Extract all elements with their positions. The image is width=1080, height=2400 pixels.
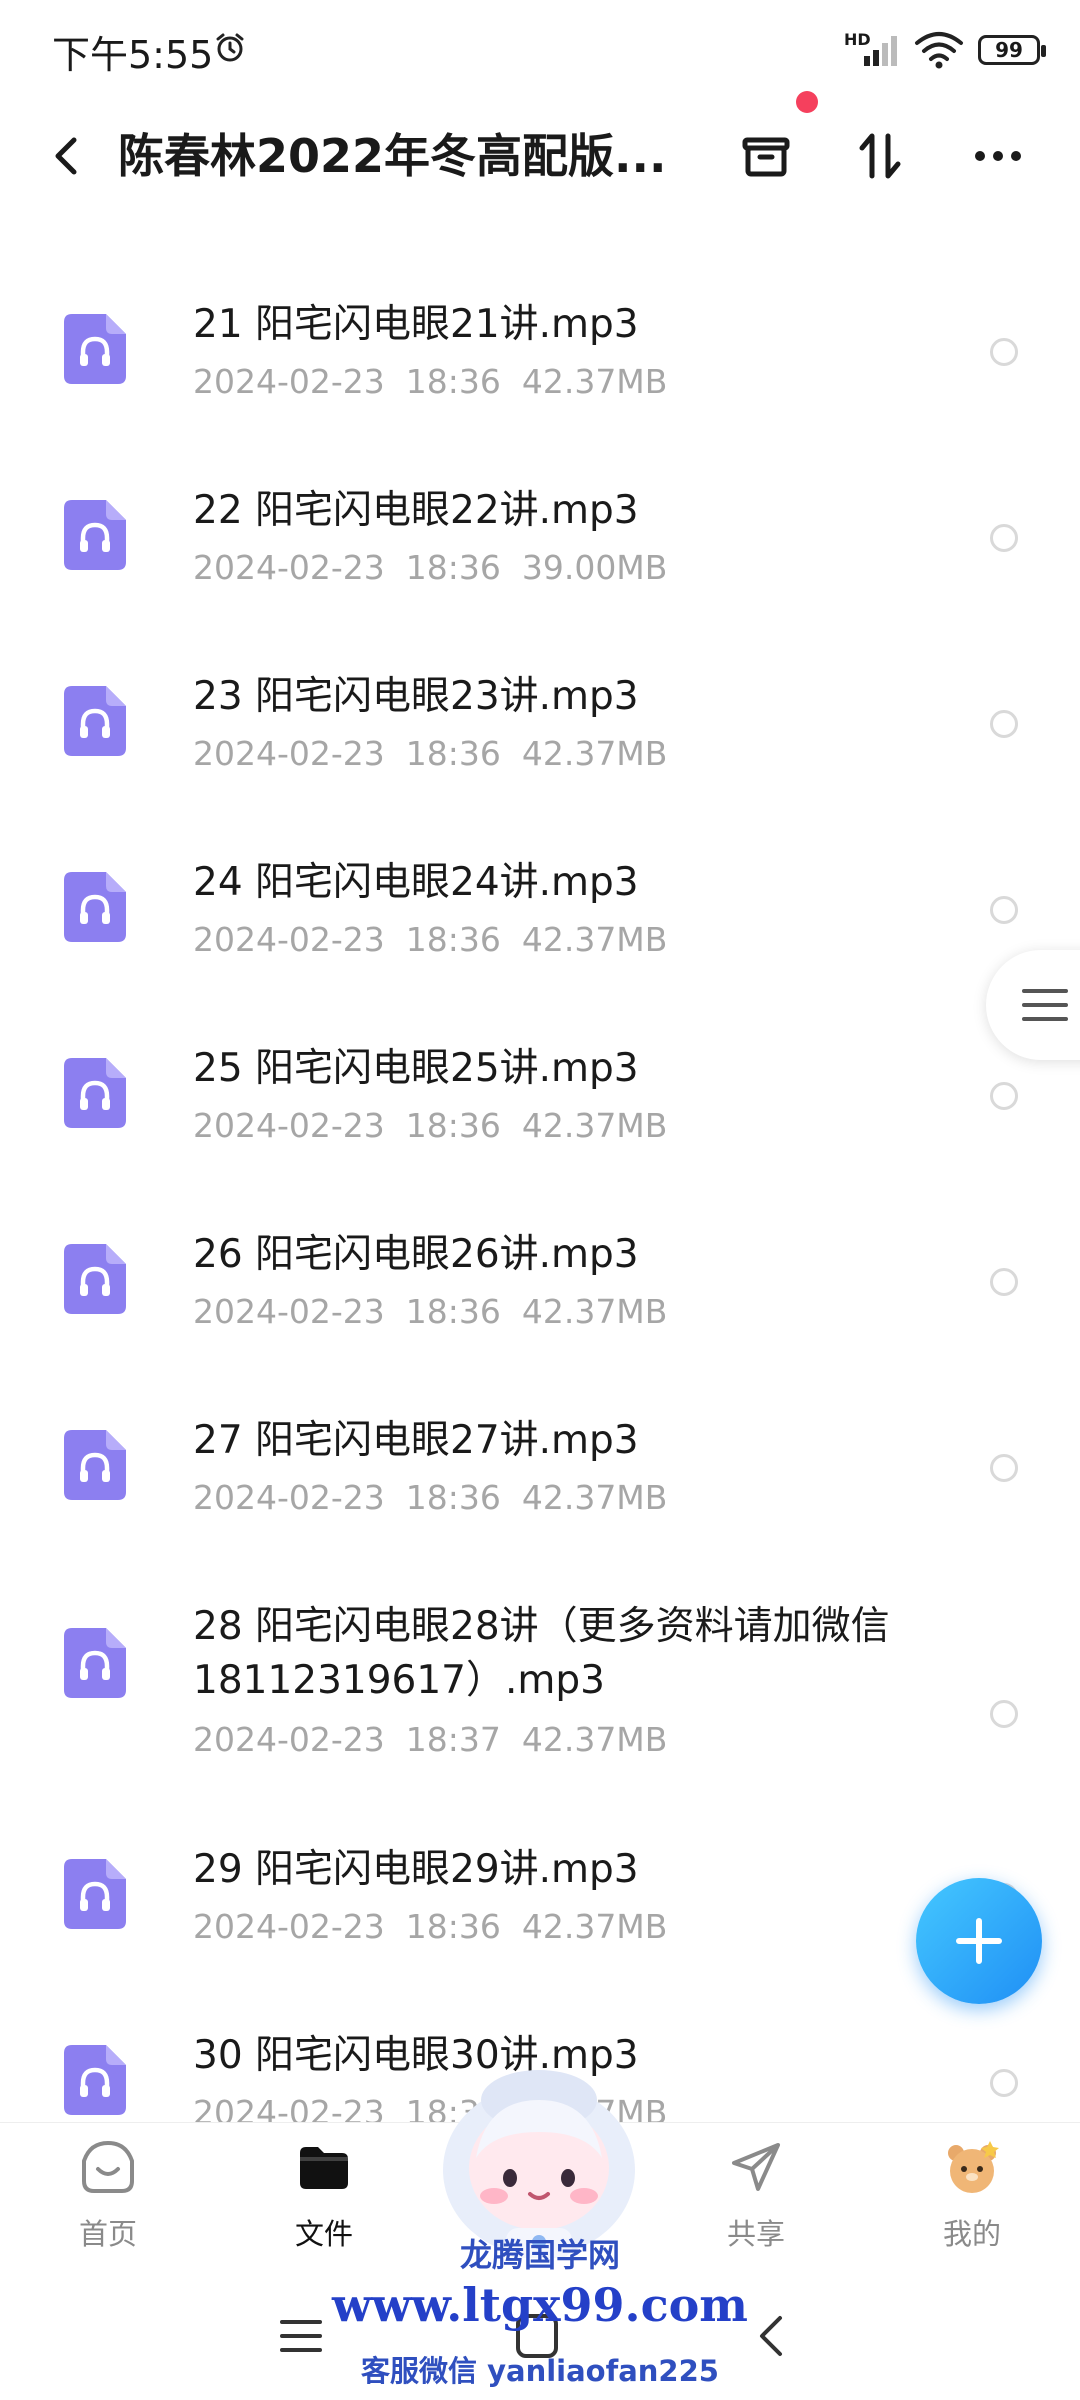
audio-file-icon	[64, 1430, 126, 1500]
select-checkbox[interactable]	[990, 1454, 1018, 1482]
sort-button[interactable]	[842, 118, 918, 194]
select-checkbox[interactable]	[990, 2069, 1018, 2097]
more-dots-icon	[975, 151, 1021, 161]
file-list-item[interactable]: 25 阳宅闪电眼25讲.mp3 2024-02-23 18:36 42.37MB	[0, 994, 1080, 1180]
folder-icon	[300, 2147, 348, 2189]
audio-file-icon	[64, 1859, 126, 1929]
system-back-icon[interactable]	[752, 2314, 792, 2358]
file-list: 21 阳宅闪电眼21讲.mp3 2024-02-23 18:36 42.37MB…	[0, 250, 1080, 2167]
file-list-item[interactable]: 23 阳宅闪电眼23讲.mp3 2024-02-23 18:36 42.37MB	[0, 622, 1080, 808]
select-checkbox[interactable]	[990, 338, 1018, 366]
file-meta: 2024-02-23 18:36 42.37MB	[193, 920, 668, 959]
file-name: 27 阳宅闪电眼27讲.mp3	[193, 1418, 639, 1463]
share-icon	[732, 2143, 780, 2191]
file-name: 21 阳宅闪电眼21讲.mp3	[193, 302, 639, 347]
file-list-item[interactable]: 28 阳宅闪电眼28讲（更多资料请加微信18112319617）.mp3 202…	[0, 1552, 1080, 1795]
page-title: 陈春林2022年冬高配版...	[118, 129, 667, 183]
sort-arrows-icon	[859, 133, 901, 179]
file-list-item[interactable]: 24 阳宅闪电眼24讲.mp3 2024-02-23 18:36 42.37MB	[0, 808, 1080, 994]
nav-share[interactable]: 共享	[676, 2123, 836, 2273]
file-meta: 2024-02-23 18:36 42.37MB	[193, 1292, 668, 1331]
audio-file-icon	[64, 686, 126, 756]
audio-file-icon	[64, 1244, 126, 1314]
watermark-url: www.ltgx99.com	[332, 2278, 748, 2332]
audio-file-icon	[64, 1058, 126, 1128]
add-fab-button[interactable]	[916, 1878, 1042, 2004]
file-meta: 2024-02-23 18:37 42.37MB	[193, 1720, 668, 1759]
recent-apps-icon[interactable]	[278, 2316, 324, 2356]
file-name: 26 阳宅闪电眼26讲.mp3	[193, 1232, 639, 1277]
nav-label: 共享	[726, 2217, 785, 2251]
file-name: 28 阳宅闪电眼28讲（更多资料请加微信18112319617）.mp3	[193, 1604, 890, 1703]
file-meta: 2024-02-23 18:36 42.37MB	[193, 362, 668, 401]
file-name: 22 阳宅闪电眼22讲.mp3	[193, 488, 639, 533]
file-meta: 2024-02-23 18:36 39.00MB	[193, 548, 668, 587]
select-checkbox[interactable]	[990, 710, 1018, 738]
audio-file-icon	[64, 1628, 126, 1698]
alarm-icon	[216, 33, 244, 62]
nav-label: 文件	[294, 2217, 353, 2251]
nav-label: 我的	[942, 2217, 1001, 2251]
status-indicators: HD 99	[844, 30, 1046, 70]
nav-profile[interactable]: 我的	[892, 2123, 1052, 2273]
back-icon[interactable]	[40, 128, 96, 184]
more-options-button[interactable]	[960, 118, 1036, 194]
file-meta: 2024-02-23 18:36 42.37MB	[193, 1478, 668, 1517]
select-checkbox[interactable]	[990, 1700, 1018, 1728]
audio-file-icon	[64, 2045, 126, 2115]
archive-box-icon	[742, 137, 790, 177]
nav-label: 首页	[78, 2217, 137, 2251]
transfer-list-button[interactable]	[728, 118, 804, 194]
home-icon	[82, 2140, 134, 2193]
wifi-icon	[915, 32, 963, 69]
select-checkbox[interactable]	[990, 1082, 1018, 1110]
watermark-name: 龙腾国学网	[459, 2236, 620, 2274]
file-list-item[interactable]: 22 阳宅闪电眼22讲.mp3 2024-02-23 18:36 39.00MB	[0, 436, 1080, 622]
status-time: 下午5:55	[52, 33, 214, 77]
file-list-item[interactable]: 26 阳宅闪电眼26讲.mp3 2024-02-23 18:36 42.37MB	[0, 1180, 1080, 1366]
watermark-contact: 客服微信 yanliaofan225	[361, 2354, 719, 2388]
signal-icon: HD	[844, 30, 900, 68]
nav-home[interactable]: 首页	[28, 2123, 188, 2273]
profile-icon	[948, 2141, 999, 2193]
file-name: 25 阳宅闪电眼25讲.mp3	[193, 1046, 639, 1091]
plus-icon	[956, 1918, 1002, 1964]
battery-indicator: 99	[978, 35, 1046, 65]
file-meta: 2024-02-23 18:36 42.37MB	[193, 734, 668, 773]
select-checkbox[interactable]	[990, 1268, 1018, 1296]
status-bar: 下午5:55 HD 99	[0, 0, 1080, 100]
file-name: 23 阳宅闪电眼23讲.mp3	[193, 674, 639, 719]
file-meta: 2024-02-23 18:36 42.37MB	[193, 1907, 668, 1946]
file-meta: 2024-02-23 18:36 42.37MB	[193, 1106, 668, 1145]
nav-files[interactable]: 文件	[244, 2123, 404, 2273]
notification-dot	[796, 91, 818, 113]
file-list-item[interactable]: 27 阳宅闪电眼27讲.mp3 2024-02-23 18:36 42.37MB	[0, 1366, 1080, 1552]
audio-file-icon	[64, 314, 126, 384]
file-list-item[interactable]: 21 阳宅闪电眼21讲.mp3 2024-02-23 18:36 42.37MB	[0, 250, 1080, 436]
audio-file-icon	[64, 872, 126, 942]
audio-file-icon	[64, 500, 126, 570]
menu-lines-icon	[1022, 989, 1068, 1021]
file-name: 29 阳宅闪电眼29讲.mp3	[193, 1847, 639, 1892]
select-checkbox[interactable]	[990, 896, 1018, 924]
top-app-bar: 陈春林2022年冬高配版...	[0, 100, 1080, 210]
select-checkbox[interactable]	[990, 524, 1018, 552]
file-name: 24 阳宅闪电眼24讲.mp3	[193, 860, 639, 905]
